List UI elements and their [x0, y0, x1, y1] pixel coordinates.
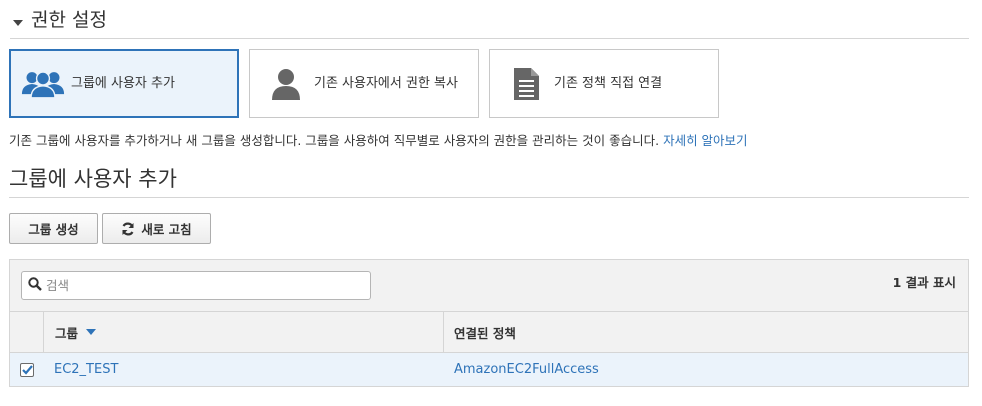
column-label: 연결된 정책 [454, 325, 516, 341]
option-add-to-group[interactable]: 그룹에 사용자 추가 [9, 49, 239, 118]
group-link[interactable]: EC2_TEST [54, 362, 118, 377]
column-label: 그룹 [55, 325, 79, 341]
group-name-cell: EC2_TEST [44, 362, 444, 377]
create-group-button[interactable]: 그룹 생성 [9, 213, 98, 244]
search-box[interactable] [21, 271, 371, 300]
search-input[interactable] [46, 278, 346, 293]
policy-link[interactable]: AmazonEC2FullAccess [454, 362, 599, 377]
create-group-label: 그룹 생성 [28, 222, 79, 237]
table-toolbar: 1 결과 표시 [10, 260, 968, 312]
table-header: 그룹 연결된 정책 [10, 312, 968, 353]
users-group-icon [21, 66, 65, 102]
option-label: 기존 정책 직접 연결 [554, 76, 663, 91]
section-title: 권한 설정 [31, 9, 107, 31]
refresh-icon [121, 222, 135, 236]
refresh-label: 새로 고침 [141, 222, 192, 237]
sort-caret-down-icon [86, 329, 97, 335]
option-label: 기존 사용자에서 권한 복사 [314, 76, 458, 91]
result-count: 1 결과 표시 [892, 275, 956, 290]
option-copy-from-user[interactable]: 기존 사용자에서 권한 복사 [249, 49, 479, 118]
attached-policy-cell: AmazonEC2FullAccess [444, 362, 968, 377]
table-row[interactable]: EC2_TEST AmazonEC2FullAccess [10, 353, 968, 386]
row-select-cell [10, 362, 44, 377]
column-header-attached-policy: 연결된 정책 [444, 312, 968, 352]
user-icon [264, 66, 308, 102]
column-header-group[interactable]: 그룹 [44, 312, 444, 352]
row-checkbox[interactable] [20, 362, 34, 377]
groups-table: 1 결과 표시 그룹 연결된 정책 EC2_TEST AmazonEC2Full… [9, 259, 969, 387]
refresh-button[interactable]: 새로 고침 [102, 213, 211, 244]
learn-more-link[interactable]: 자세히 알아보기 [663, 133, 747, 148]
search-icon [28, 276, 42, 295]
option-label: 그룹에 사용자 추가 [71, 76, 175, 91]
permission-options: 그룹에 사용자 추가 기존 사용자에서 권한 복사 기존 정책 직접 연결 [9, 49, 719, 118]
header-select-cell [10, 312, 44, 352]
caret-down-icon[interactable] [13, 20, 23, 26]
checkmark-icon [21, 364, 33, 375]
description: 기존 그룹에 사용자를 추가하거나 새 그룹을 생성합니다. 그룹을 사용하여 … [9, 130, 748, 149]
option-attach-policy[interactable]: 기존 정책 직접 연결 [489, 49, 719, 118]
document-icon [504, 66, 548, 102]
permissions-section-header[interactable]: 권한 설정 [10, 8, 969, 39]
add-to-group-heading: 그룹에 사용자 추가 [9, 163, 969, 198]
description-text: 기존 그룹에 사용자를 추가하거나 새 그룹을 생성합니다. 그룹을 사용하여 … [9, 133, 664, 148]
